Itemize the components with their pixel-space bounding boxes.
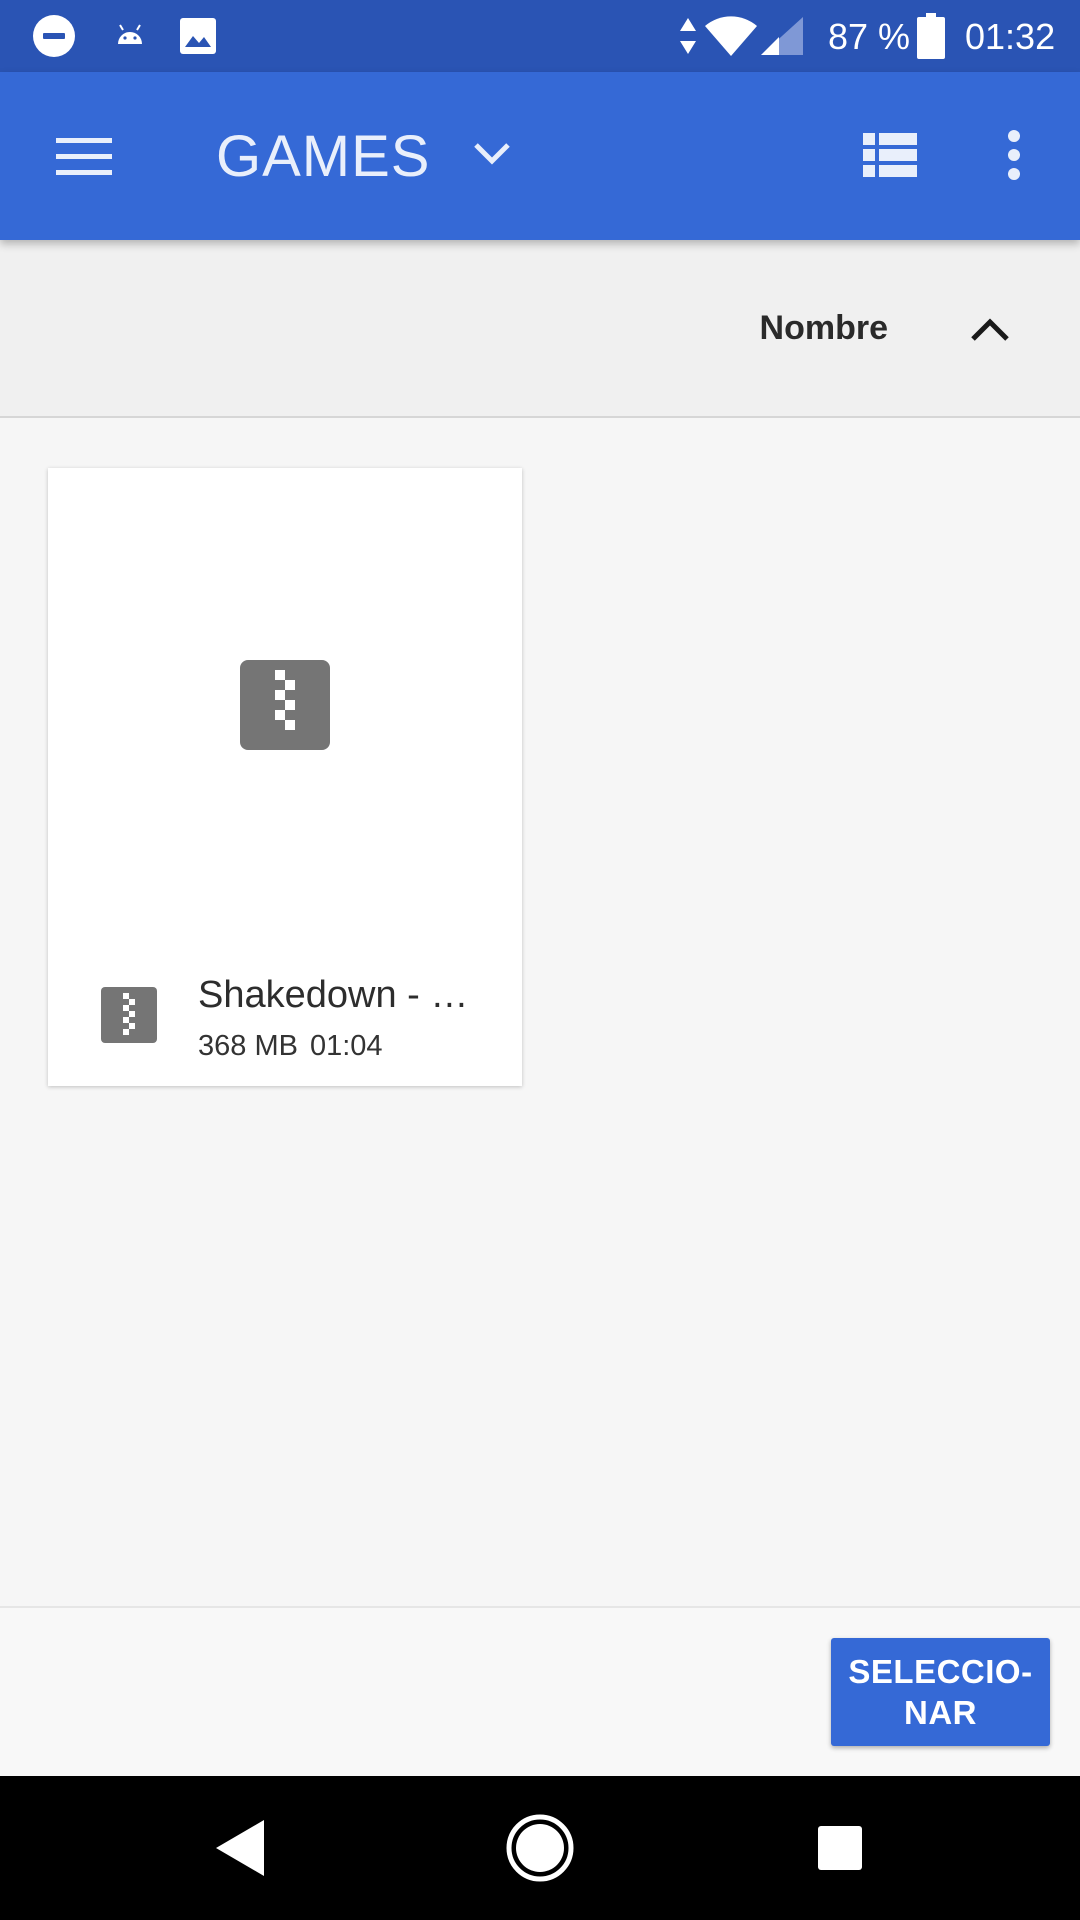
more-options-button[interactable] [990, 120, 1038, 190]
folder-title[interactable]: GAMES [216, 122, 431, 192]
folder-dropdown-button[interactable] [464, 124, 520, 184]
zip-archive-icon [240, 660, 330, 750]
more-vert-icon [1008, 130, 1020, 180]
file-size: 368 MB [198, 1030, 298, 1062]
image-icon [176, 0, 220, 72]
home-button[interactable] [470, 1776, 610, 1920]
wifi-icon [704, 0, 758, 72]
list-view-button[interactable] [856, 122, 924, 188]
chevron-up-icon [971, 318, 1009, 341]
recents-button[interactable] [770, 1776, 910, 1920]
home-icon [506, 1814, 574, 1882]
status-bar: 87 % 01:32 [0, 0, 1080, 72]
android-icon [110, 0, 150, 72]
sort-by-name[interactable]: Nombre [760, 306, 888, 350]
zip-file-icon [101, 987, 157, 1043]
file-meta: 368 MB 01:04 [198, 1028, 383, 1064]
menu-icon [56, 138, 112, 175]
app-bar: GAMES [0, 72, 1080, 240]
list-view-icon [863, 133, 917, 177]
dnd-icon [30, 0, 78, 72]
file-time: 01:04 [309, 1030, 383, 1062]
file-card[interactable]: Shakedown - … 368 MB 01:04 [48, 468, 522, 1086]
sort-direction-button[interactable] [966, 306, 1014, 354]
menu-button[interactable] [44, 120, 124, 192]
chevron-down-icon [474, 143, 510, 165]
sort-bar: Nombre [0, 240, 1080, 418]
back-button[interactable] [170, 1776, 310, 1920]
data-transfer-icon [676, 0, 700, 72]
clock: 01:32 [965, 16, 1056, 57]
signal-icon [758, 0, 806, 72]
back-icon [216, 1820, 264, 1876]
battery-icon [914, 0, 948, 72]
file-name: Shakedown - … [198, 974, 469, 1016]
battery-percent: 87 % [828, 16, 911, 57]
select-button[interactable]: SELECCIO- NAR [831, 1638, 1050, 1746]
recents-icon [818, 1826, 862, 1870]
